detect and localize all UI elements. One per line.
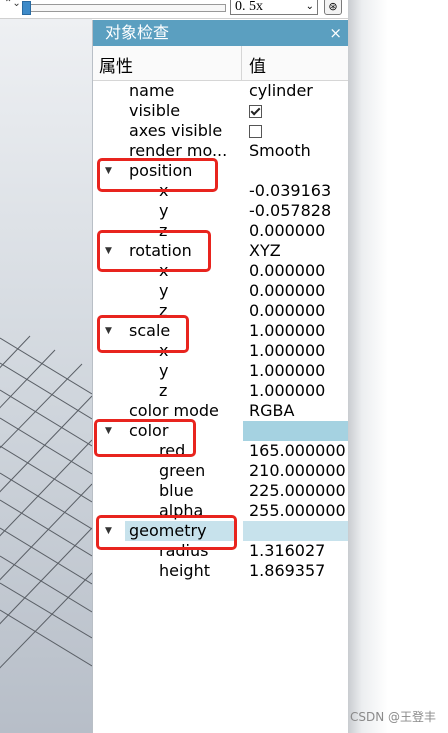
highlight-box-color (94, 419, 196, 457)
watermark: CSDN @王登丰 (349, 710, 436, 724)
panel-title: 对象检查 (105, 23, 170, 42)
reset-icon: ⊛ (328, 0, 338, 13)
row-name[interactable]: name cylinder (93, 81, 348, 101)
column-divider[interactable] (241, 46, 242, 80)
geometry-row-highlight (243, 521, 349, 541)
zoom-slider-track[interactable] (22, 4, 226, 12)
rotation-order-value[interactable]: XYZ (249, 241, 349, 261)
color-green-value[interactable]: 210.000000 (249, 461, 349, 481)
highlight-box-scale (97, 315, 189, 353)
3d-viewport[interactable] (0, 18, 92, 733)
rotation-y-value[interactable]: 0.000000 (249, 281, 349, 301)
row-color-blue[interactable]: blue 225.000000 (93, 481, 348, 501)
rotation-z-value[interactable]: 0.000000 (249, 301, 349, 321)
color-swatch[interactable] (243, 421, 349, 441)
zoom-select[interactable]: 0. 5x ⌄ (230, 0, 318, 15)
highlight-box-rotation (97, 230, 211, 272)
row-visible[interactable]: visible (93, 101, 348, 121)
zoom-value: 0. 5x (235, 0, 263, 14)
row-label: axes visible (129, 121, 223, 140)
row-axes-visible[interactable]: axes visible (93, 121, 348, 141)
row-label: color mode (129, 401, 219, 420)
chevron-down-icon: ⌄ (305, 1, 314, 12)
zoom-slider-thumb[interactable] (22, 1, 31, 15)
panel-title-bar[interactable]: 对象检查 × (93, 20, 348, 46)
color-mode-value[interactable]: RGBA (249, 401, 349, 421)
render-mode-value[interactable]: Smooth (249, 141, 349, 161)
column-header: 属性 值 (93, 46, 348, 81)
scale-x-value[interactable]: 1.000000 (249, 341, 349, 361)
color-blue-value[interactable]: 225.000000 (249, 481, 349, 501)
position-z-value[interactable]: 0.000000 (249, 221, 349, 241)
reset-view-button[interactable]: ⊛ (324, 0, 342, 15)
property-column-header[interactable]: 属性 (99, 52, 133, 77)
row-scale-y[interactable]: y 1.000000 (93, 361, 348, 381)
object-inspector-panel: 对象检查 × 属性 值 name cylinder visible axes v… (92, 20, 349, 733)
row-label: visible (129, 101, 181, 120)
scale-y-value[interactable]: 1.000000 (249, 361, 349, 381)
geometry-radius-value[interactable]: 1.316027 (249, 541, 349, 561)
name-value[interactable]: cylinder (249, 81, 349, 101)
background-area: CSDN @王登丰 (348, 0, 448, 733)
scroll-arrows-icon[interactable]: ⌃⌄ (4, 0, 21, 9)
row-color-green[interactable]: green 210.000000 (93, 461, 348, 481)
row-color-mode[interactable]: color mode RGBA (93, 401, 348, 421)
axes-visible-checkbox[interactable] (249, 125, 262, 138)
close-icon[interactable]: × (329, 20, 342, 46)
row-label: name (129, 81, 175, 100)
color-alpha-value[interactable]: 255.000000 (249, 501, 349, 521)
row-position-y[interactable]: y -0.057828 (93, 201, 348, 221)
position-y-value[interactable]: -0.057828 (249, 201, 349, 221)
color-red-value[interactable]: 165.000000 (249, 441, 349, 461)
row-geometry-height[interactable]: height 1.869357 (93, 561, 348, 581)
highlight-box-position (97, 158, 218, 192)
rotation-x-value[interactable]: 0.000000 (249, 261, 349, 281)
visible-checkbox[interactable] (249, 105, 262, 118)
highlight-box-geometry (96, 515, 237, 550)
scale-z-value[interactable]: 1.000000 (249, 381, 349, 401)
position-x-value[interactable]: -0.039163 (249, 181, 349, 201)
geometry-height-value[interactable]: 1.869357 (249, 561, 349, 581)
scale-value[interactable]: 1.000000 (249, 321, 349, 341)
grid-plane (0, 335, 92, 669)
row-rotation-y[interactable]: y 0.000000 (93, 281, 348, 301)
row-scale-z[interactable]: z 1.000000 (93, 381, 348, 401)
value-column-header[interactable]: 值 (249, 52, 266, 77)
